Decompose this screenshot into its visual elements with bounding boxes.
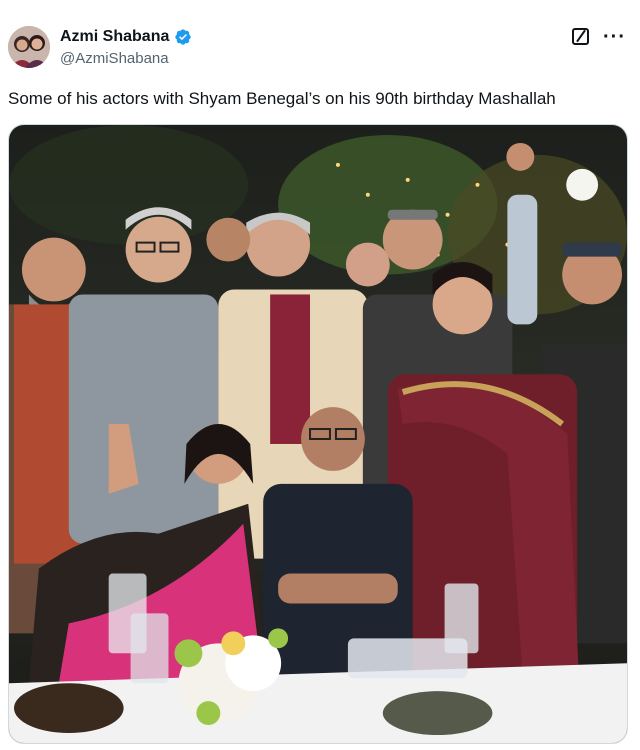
tweet-text: Some of his actors with Shyam Benegal’s … — [8, 89, 556, 108]
avatar-image — [8, 26, 50, 68]
more-options-icon[interactable]: ··· — [603, 27, 626, 47]
avatar[interactable] — [8, 26, 50, 68]
author-name-row[interactable]: Azmi Shabana — [60, 28, 192, 46]
grok-icon[interactable] — [572, 28, 590, 45]
author-display-name[interactable]: Azmi Shabana — [60, 28, 169, 46]
tweet-actions: ··· — [572, 27, 626, 47]
group-photo — [9, 125, 627, 743]
verified-badge-icon — [174, 28, 192, 46]
tweet: Azmi Shabana @AzmiShabana ··· Some of hi… — [0, 0, 640, 750]
author-handle[interactable]: @AzmiShabana — [60, 50, 169, 67]
tweet-photo[interactable] — [8, 124, 628, 744]
